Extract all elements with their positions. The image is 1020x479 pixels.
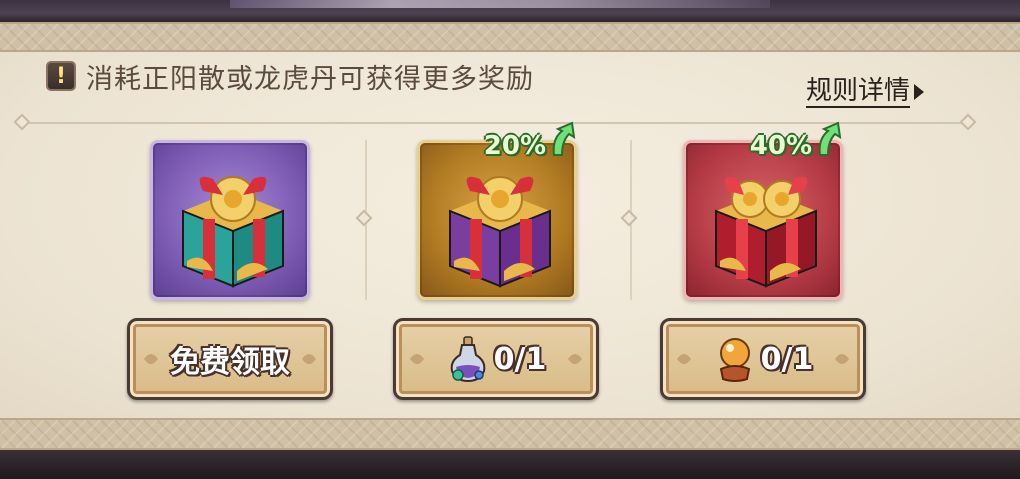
ornament-icon (302, 354, 316, 364)
reward-card-longhu[interactable]: 40% (683, 121, 843, 300)
rules-detail-label: 规则详情 (806, 76, 911, 108)
gift-box-icon (449, 176, 551, 288)
exclamation-icon: ! (46, 61, 76, 91)
panel-bottom-border (0, 418, 1020, 450)
triangle-right-icon (914, 84, 925, 100)
bottom-backdrop (0, 450, 1020, 479)
notice-row: ! 消耗正阳散或龙虎丹可获得更多奖励 (46, 56, 534, 96)
reward-card-zhengyang[interactable]: 20% (417, 121, 577, 300)
rules-detail-link[interactable]: 规则详情 (806, 76, 925, 108)
use-zhengyang-button[interactable]: 0/1 (393, 318, 599, 400)
ornament-icon (144, 354, 158, 364)
notice-text: 消耗正阳散或龙虎丹可获得更多奖励 (86, 63, 534, 95)
column-separator (620, 140, 638, 300)
potion-bottle-icon (450, 336, 485, 383)
boost-percent: 20% (483, 131, 546, 161)
ornament-icon (410, 354, 424, 364)
green-up-arrow-icon (552, 121, 576, 156)
free-claim-button[interactable]: 免费领取 (127, 318, 333, 400)
longhu-count: 0/1 (760, 341, 814, 377)
zhengyang-count: 0/1 (493, 341, 547, 377)
use-longhu-button[interactable]: 0/1 (660, 318, 866, 400)
column-separator (355, 140, 373, 300)
golden-orb-icon (719, 338, 750, 382)
reward-card-free[interactable] (150, 140, 310, 300)
gift-box-icon (182, 176, 284, 288)
ornament-icon (568, 354, 582, 364)
ornament-icon (677, 354, 691, 364)
boost-percent: 40% (749, 131, 812, 161)
boost-badge: 40% (750, 121, 844, 161)
ornament-icon (835, 354, 849, 364)
green-up-arrow-icon (818, 121, 842, 156)
boost-badge: 20% (484, 121, 578, 161)
gift-box-icon (715, 176, 817, 288)
free-claim-label: 免费领取 (170, 345, 290, 380)
top-backdrop (0, 0, 1020, 22)
panel-top-border (0, 22, 1020, 52)
